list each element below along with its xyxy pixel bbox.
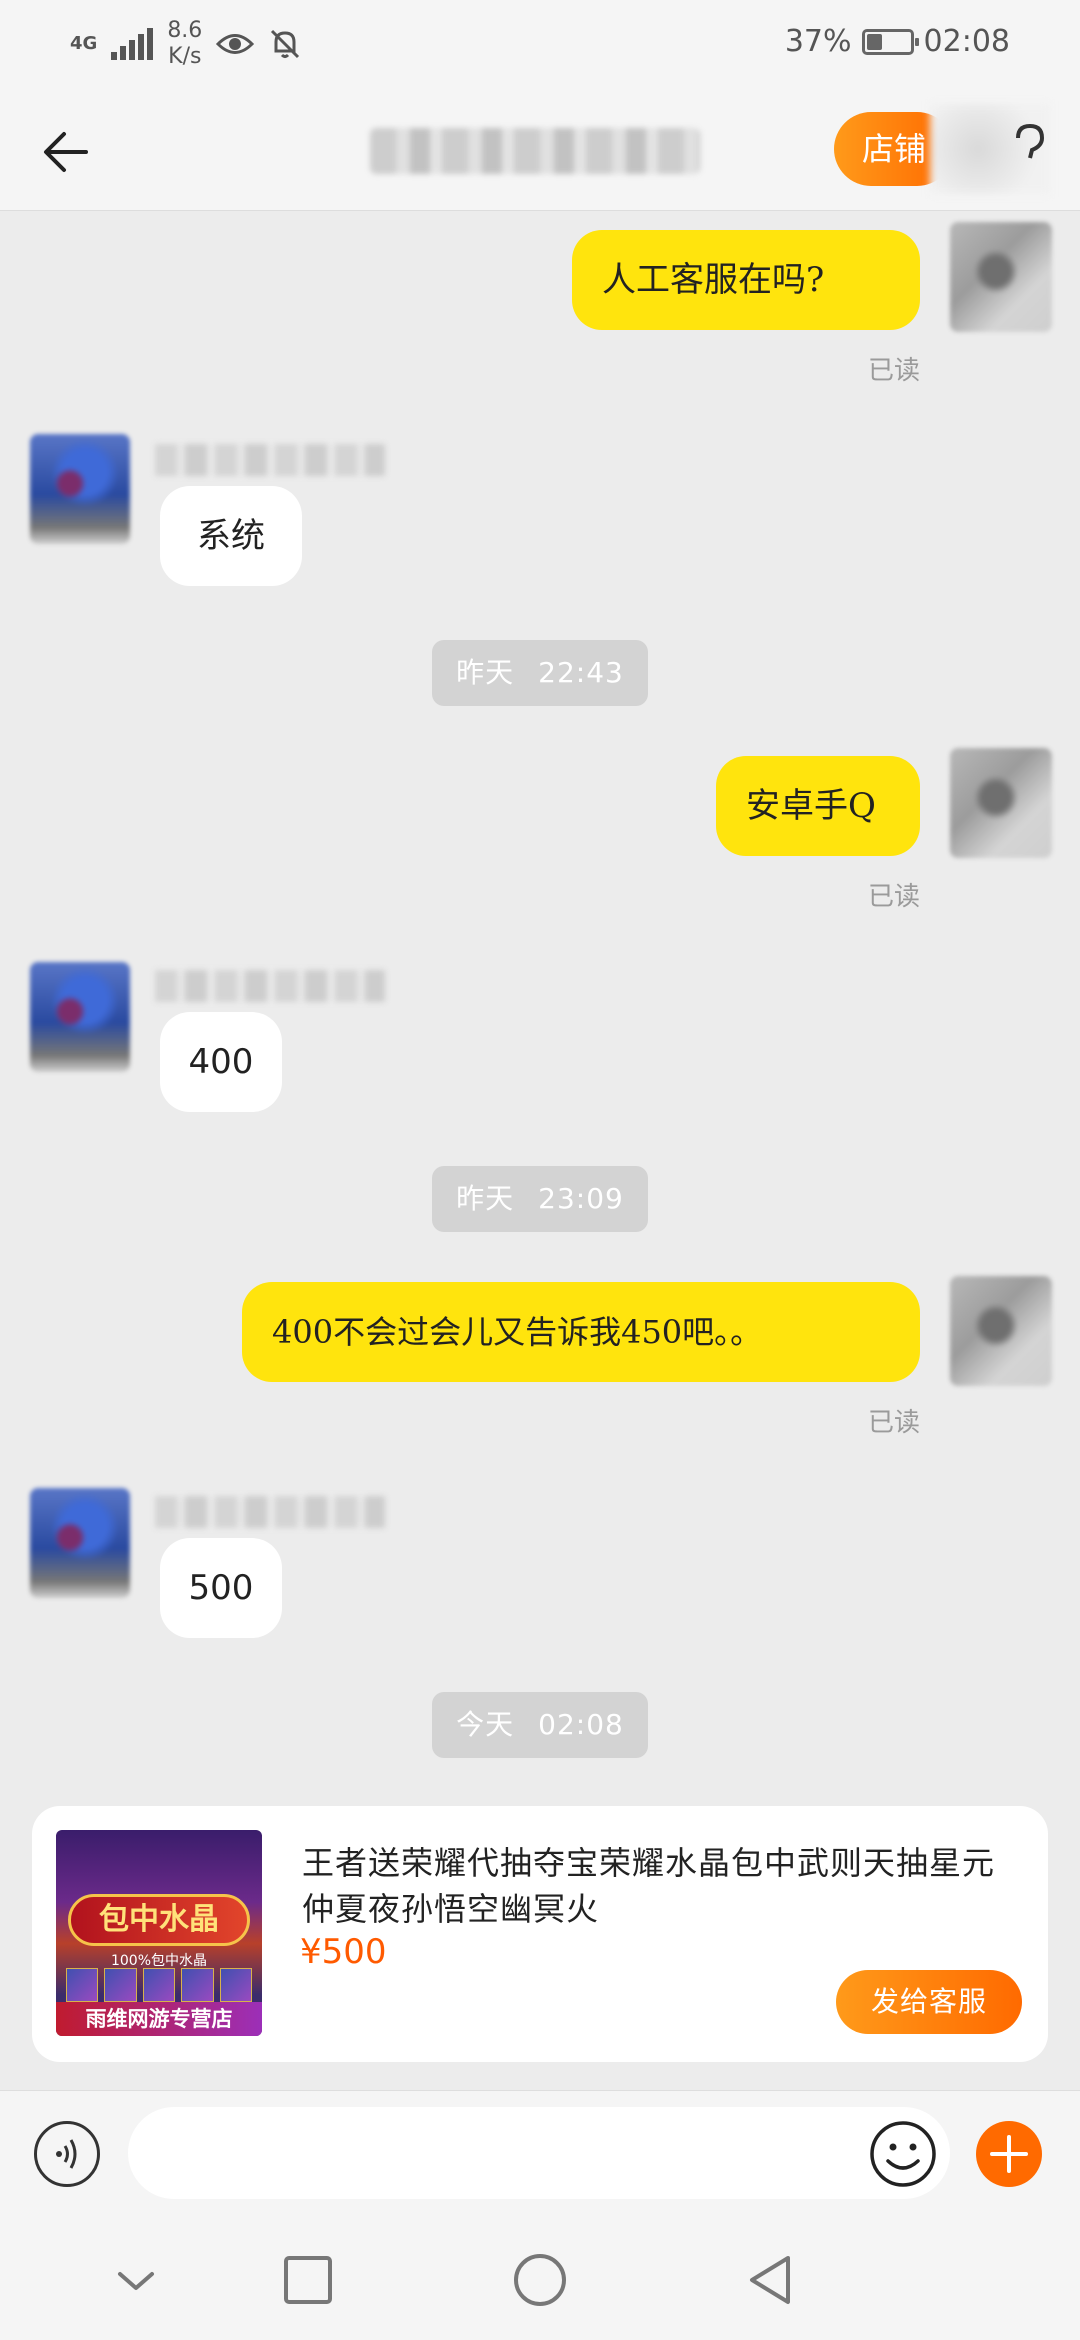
time-day: 昨天 bbox=[456, 656, 515, 689]
timestamp-chip: 昨天 23:09 bbox=[432, 1166, 648, 1232]
my-avatar[interactable] bbox=[950, 222, 1052, 332]
speed-value: 8.6 bbox=[167, 18, 203, 43]
message-text: 人工客服在吗? bbox=[602, 260, 825, 300]
sender-avatar[interactable] bbox=[30, 962, 130, 1072]
input-bar bbox=[0, 2090, 1080, 2217]
clock: 02:08 bbox=[923, 24, 1010, 59]
status-bar: 4G 8.6 K/s 37% 02:08 bbox=[0, 0, 1080, 90]
product-title[interactable]: 王者送荣耀代抽夺宝荣耀水晶包中武则天抽星元仲夏夜孙悟空幽冥火 bbox=[302, 1840, 1022, 1932]
chevron-down-icon[interactable] bbox=[106, 2250, 166, 2310]
network-speed: 8.6 K/s bbox=[167, 18, 202, 70]
voice-icon bbox=[56, 2139, 77, 2169]
time-value: 22:43 bbox=[538, 656, 624, 689]
sender-avatar[interactable] bbox=[30, 1488, 130, 1598]
square-icon[interactable] bbox=[278, 2250, 338, 2310]
eye-icon bbox=[216, 34, 255, 54]
message-text: 500 bbox=[188, 1568, 254, 1608]
chat-header: 店铺 bbox=[0, 90, 1080, 211]
my-message-bubble[interactable]: 400不会过会儿又告诉我450吧。。 bbox=[242, 1282, 920, 1382]
timestamp-chip: 昨天 22:43 bbox=[432, 640, 648, 706]
battery-percent: 37% bbox=[784, 24, 852, 59]
emoji-icon[interactable] bbox=[868, 2119, 938, 2189]
circle-icon[interactable] bbox=[510, 2250, 570, 2310]
time-day: 昨天 bbox=[456, 1182, 515, 1215]
thumbnail-subtitle: 100%包中水晶 bbox=[110, 1953, 208, 1969]
time-value: 02:08 bbox=[538, 1708, 624, 1741]
thumbnail-banner: 包中水晶 bbox=[68, 1894, 250, 1946]
read-receipt: 已读 bbox=[867, 356, 920, 386]
time-day: 今天 bbox=[456, 1708, 515, 1741]
their-message-bubble[interactable]: 系统 bbox=[160, 486, 302, 586]
battery-icon bbox=[861, 28, 919, 55]
sender-avatar[interactable] bbox=[30, 434, 130, 544]
send-to-service-button[interactable]: 发给客服 bbox=[836, 1970, 1022, 2034]
speed-unit: K/s bbox=[168, 44, 202, 69]
my-avatar[interactable] bbox=[950, 748, 1052, 858]
message-input[interactable] bbox=[128, 2107, 950, 2199]
message-text: 400不会过会儿又告诉我450吧。。 bbox=[272, 1313, 763, 1351]
product-card[interactable]: 包中水晶 100%包中水晶 雨维网游专营店 王者送荣耀代抽夺宝荣耀水晶包中武则天… bbox=[32, 1806, 1048, 2062]
their-message-bubble[interactable]: 400 bbox=[160, 1012, 282, 1112]
sender-name-redacted bbox=[155, 444, 385, 476]
status-left: 4G 8.6 K/s bbox=[70, 18, 302, 70]
back-arrow-icon[interactable] bbox=[36, 122, 96, 182]
system-nav-bar bbox=[0, 2216, 1080, 2340]
product-price: ¥500 bbox=[300, 1932, 387, 1972]
read-receipt: 已读 bbox=[867, 882, 920, 912]
thumbnail-heroes bbox=[66, 1968, 253, 2002]
my-message-bubble[interactable]: 人工客服在吗? bbox=[572, 230, 920, 330]
battery-fill bbox=[866, 33, 882, 50]
triangle-back-icon[interactable] bbox=[740, 2250, 800, 2310]
read-receipt: 已读 bbox=[867, 1408, 920, 1438]
message-text: 系统 bbox=[197, 516, 265, 556]
question-icon[interactable] bbox=[1010, 120, 1050, 180]
thumbnail-shop-name: 雨维网游专营店 bbox=[56, 2002, 262, 2036]
my-avatar[interactable] bbox=[950, 1276, 1052, 1386]
voice-button[interactable] bbox=[34, 2121, 100, 2187]
message-text: 安卓手Q bbox=[746, 786, 876, 826]
timestamp-chip: 今天 02:08 bbox=[432, 1692, 648, 1758]
their-message-bubble[interactable]: 500 bbox=[160, 1538, 282, 1638]
plus-icon[interactable] bbox=[976, 2121, 1042, 2187]
status-right: 37% 02:08 bbox=[785, 24, 1010, 59]
signal-icon bbox=[111, 28, 154, 60]
my-message-bubble[interactable]: 安卓手Q bbox=[716, 756, 920, 856]
product-thumbnail[interactable]: 包中水晶 100%包中水晶 雨维网游专营店 bbox=[56, 1830, 262, 2036]
time-value: 23:09 bbox=[538, 1182, 624, 1215]
message-text: 400 bbox=[188, 1042, 254, 1082]
mute-bell-icon bbox=[271, 29, 300, 59]
sender-name-redacted bbox=[155, 1496, 385, 1528]
network-type: 4G bbox=[70, 33, 98, 54]
sender-name-redacted bbox=[155, 970, 385, 1002]
chat-title-redacted bbox=[370, 128, 700, 174]
